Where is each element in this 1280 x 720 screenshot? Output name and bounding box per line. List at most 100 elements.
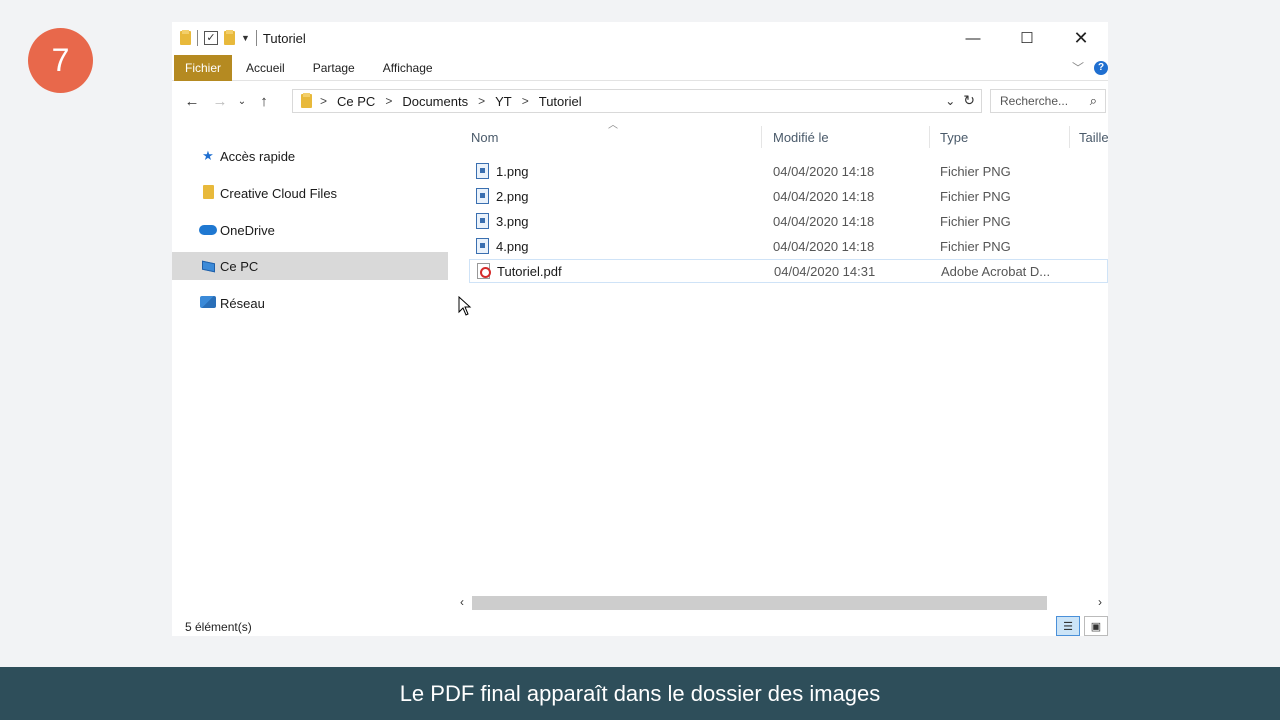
maximize-button[interactable]: ☐	[1000, 22, 1054, 54]
details-view-icon[interactable]: ☰	[1056, 616, 1080, 636]
sidebar-item-label: Accès rapide	[220, 148, 296, 164]
file-modified: 04/04/2020 14:18	[773, 164, 875, 179]
properties-checkbox-icon[interactable]: ✓	[204, 31, 218, 45]
file-modified: 04/04/2020 14:18	[773, 189, 875, 204]
image-file-icon	[476, 238, 489, 254]
column-header-label: Type	[940, 129, 969, 145]
minimize-button[interactable]: —	[946, 22, 1000, 54]
folder-icon	[301, 93, 312, 108]
breadcrumb-separator-icon[interactable]: >	[385, 94, 392, 108]
file-name: 3.png	[496, 214, 529, 229]
item-count: 5 élément(s)	[185, 620, 252, 634]
search-input-placeholder[interactable]: Recherche...	[1000, 94, 1068, 108]
file-explorer-window: ✓ ▼ Tutoriel — ☐ ✕ Fichier Accueil Parta…	[172, 22, 1108, 636]
network-icon	[198, 295, 218, 311]
refresh-icon[interactable]: ↻	[963, 92, 975, 109]
cloud-icon	[198, 223, 218, 238]
breadcrumb-yt[interactable]: YT	[495, 94, 512, 109]
file-modified: 04/04/2020 14:18	[773, 214, 875, 229]
view-mode-buttons: ☰ ▣	[1056, 616, 1108, 636]
file-type: Fichier PNG	[940, 214, 1011, 229]
star-icon: ★	[202, 148, 214, 163]
tab-accueil[interactable]: Accueil	[232, 55, 299, 81]
help-icon[interactable]: ?	[1094, 60, 1108, 75]
mouse-cursor-icon	[458, 296, 472, 316]
recent-locations-chevron-icon[interactable]: ⌄	[234, 96, 250, 107]
column-header-modifie-le[interactable]: Modifié le	[773, 120, 933, 154]
file-name: 2.png	[496, 189, 529, 204]
file-name: Tutoriel.pdf	[497, 264, 562, 279]
quick-access-toolbar: ✓ ▼	[172, 30, 257, 46]
file-row-3-png[interactable]: 3.png 04/04/2020 14:18 Fichier PNG	[469, 210, 1108, 234]
new-folder-icon[interactable]	[224, 30, 235, 45]
scroll-left-arrow-icon[interactable]: ‹	[455, 595, 469, 609]
image-file-icon	[476, 213, 489, 229]
tab-affichage[interactable]: Affichage	[369, 55, 447, 81]
image-file-icon	[476, 163, 489, 179]
navigation-pane: ★ Accès rapide Creative Cloud Files OneD…	[172, 132, 448, 592]
caption-banner: Le PDF final apparaît dans le dossier de…	[0, 667, 1280, 720]
address-bar-controls: ⌄ ↻	[945, 92, 975, 109]
sidebar-item-ce-pc[interactable]: Ce PC	[172, 252, 448, 280]
file-row-4-png[interactable]: 4.png 04/04/2020 14:18 Fichier PNG	[469, 235, 1108, 259]
breadcrumb-separator-icon[interactable]: >	[522, 94, 529, 108]
folder-icon	[198, 184, 218, 202]
file-list: ︿ Nom Modifié le Type Taille 1.png 04/04…	[469, 120, 1108, 592]
scroll-right-arrow-icon[interactable]: ›	[1098, 595, 1108, 609]
pdf-file-icon	[477, 263, 491, 279]
search-icon[interactable]: ⌕	[1090, 93, 1097, 109]
column-header-taille[interactable]: Taille	[1079, 120, 1108, 154]
file-name: 1.png	[496, 164, 529, 179]
horizontal-scrollbar[interactable]: ‹ ›	[455, 594, 1108, 612]
breadcrumb-ce-pc[interactable]: Ce PC	[337, 94, 375, 109]
tab-fichier[interactable]: Fichier	[174, 54, 233, 81]
breadcrumb-tutoriel[interactable]: Tutoriel	[539, 94, 582, 109]
sidebar-item-label: Réseau	[220, 295, 265, 311]
address-history-chevron-icon[interactable]: ⌄	[945, 94, 955, 108]
status-bar: 5 élément(s) ☰ ▣	[172, 616, 1108, 636]
ribbon-right-controls: ﹀ ?	[1072, 59, 1108, 76]
column-divider[interactable]	[929, 126, 930, 148]
ribbon-tabs: Fichier Accueil Partage Affichage ﹀ ?	[172, 54, 1108, 81]
file-type: Fichier PNG	[940, 164, 1011, 179]
column-divider[interactable]	[1069, 126, 1070, 148]
sidebar-item-onedrive[interactable]: OneDrive	[172, 216, 448, 244]
sidebar-item-creative-cloud-files[interactable]: Creative Cloud Files	[172, 179, 448, 207]
up-arrow-icon[interactable]: ↑	[250, 93, 278, 110]
sidebar-item-label: Creative Cloud Files	[220, 185, 338, 201]
window-title: Tutoriel	[262, 30, 306, 46]
file-row-1-png[interactable]: 1.png 04/04/2020 14:18 Fichier PNG	[469, 160, 1108, 184]
expand-ribbon-chevron-icon[interactable]: ﹀	[1072, 59, 1084, 76]
sidebar-item-label: Ce PC	[220, 258, 259, 274]
breadcrumb-separator-icon[interactable]: >	[320, 94, 327, 108]
address-bar[interactable]: > Ce PC > Documents > YT > Tutoriel ⌄ ↻	[292, 89, 982, 113]
computer-icon	[198, 259, 218, 274]
column-header-label: Taille	[1079, 129, 1108, 145]
file-row-2-png[interactable]: 2.png 04/04/2020 14:18 Fichier PNG	[469, 185, 1108, 209]
column-header-nom[interactable]: Nom	[471, 120, 761, 154]
breadcrumb-documents[interactable]: Documents	[402, 94, 468, 109]
column-divider[interactable]	[761, 126, 762, 148]
large-icons-view-icon[interactable]: ▣	[1084, 616, 1108, 636]
file-row-tutoriel-pdf[interactable]: Tutoriel.pdf 04/04/2020 14:31 Adobe Acro…	[469, 259, 1108, 283]
file-type: Adobe Acrobat D...	[941, 264, 1051, 279]
file-modified: 04/04/2020 14:18	[773, 239, 875, 254]
folder-icon	[180, 30, 191, 45]
customize-toolbar-dropdown-icon[interactable]: ▼	[241, 33, 250, 43]
sidebar-item-reseau[interactable]: Réseau	[172, 289, 448, 317]
column-header-type[interactable]: Type	[940, 120, 1070, 154]
file-type: Fichier PNG	[940, 239, 1011, 254]
sidebar-item-acces-rapide[interactable]: ★ Accès rapide	[172, 142, 448, 170]
forward-arrow-icon[interactable]: →	[206, 93, 234, 110]
close-button[interactable]: ✕	[1054, 22, 1108, 54]
toolbar-separator	[255, 30, 257, 46]
scrollbar-thumb[interactable]	[472, 596, 1047, 610]
back-arrow-icon[interactable]: ←	[178, 93, 206, 110]
column-header-label: Modifié le	[773, 129, 829, 145]
file-name: 4.png	[496, 239, 529, 254]
navigation-bar: ← → ⌄ ↑ > Ce PC > Documents > YT > Tutor…	[172, 86, 1108, 116]
search-box[interactable]: Recherche... ⌕	[990, 89, 1106, 113]
breadcrumb-separator-icon[interactable]: >	[478, 94, 485, 108]
tab-partage[interactable]: Partage	[299, 55, 369, 81]
column-header-label: Nom	[471, 129, 499, 145]
